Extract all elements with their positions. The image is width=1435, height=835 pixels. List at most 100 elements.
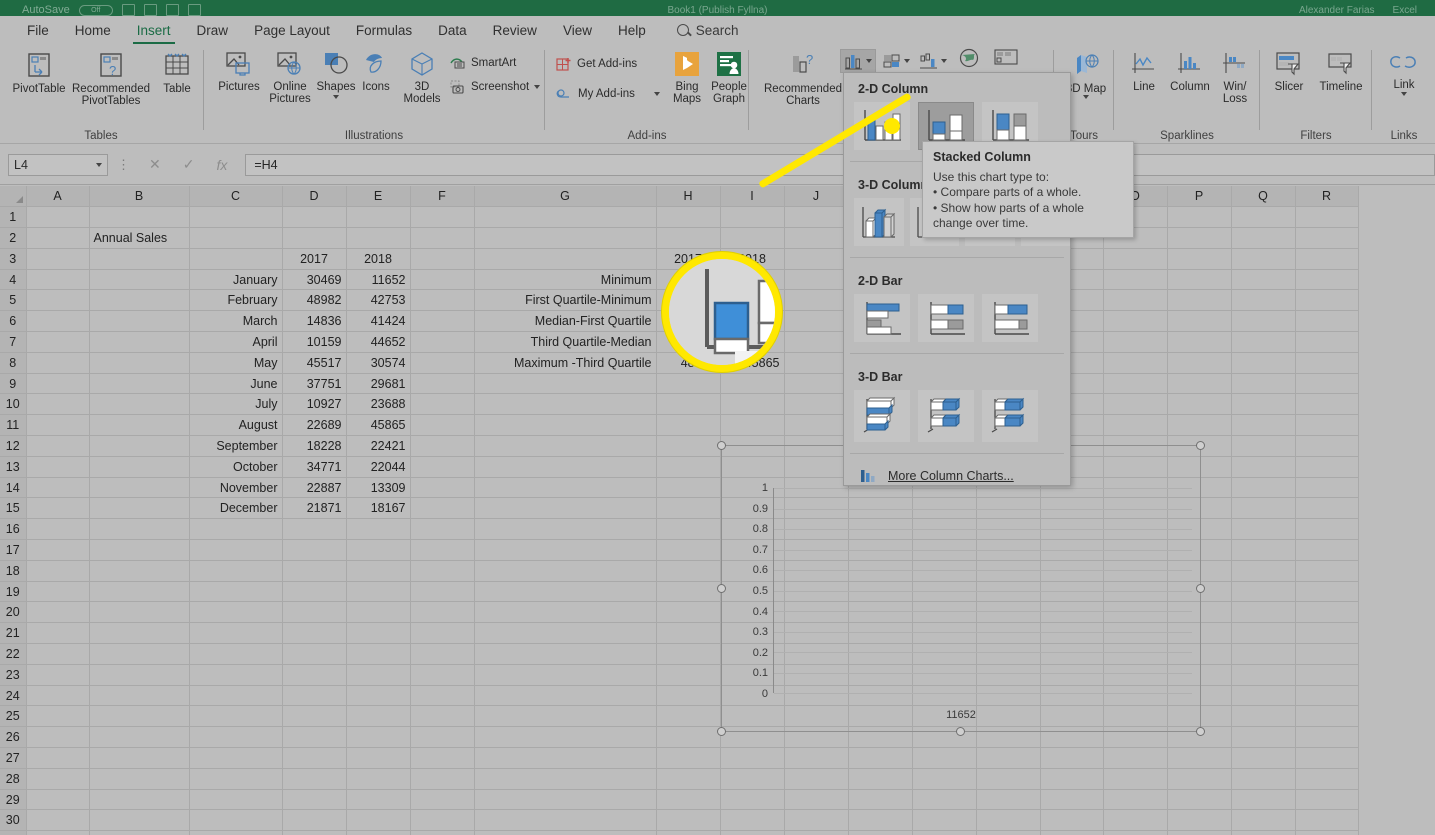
cell-f17[interactable]: [410, 540, 474, 561]
cell-p30[interactable]: [1167, 810, 1231, 831]
cell-f18[interactable]: [410, 560, 474, 581]
cell-h20[interactable]: [656, 602, 720, 623]
chevron-down-icon[interactable]: [534, 85, 540, 89]
cell-a9[interactable]: [26, 373, 89, 394]
row-header-1[interactable]: 1: [0, 207, 26, 228]
cell-g31[interactable]: [474, 831, 656, 835]
cell-a10[interactable]: [26, 394, 89, 415]
cell-c15[interactable]: December: [189, 498, 282, 519]
cell-d28[interactable]: [282, 768, 346, 789]
cell-o31[interactable]: [1103, 831, 1167, 835]
cell-b21[interactable]: [89, 623, 189, 644]
cell-a14[interactable]: [26, 477, 89, 498]
cell-b14[interactable]: [89, 477, 189, 498]
row-header-10[interactable]: 10: [0, 394, 26, 415]
cell-i1[interactable]: [720, 207, 784, 228]
cell-e19[interactable]: [346, 581, 410, 602]
cell-q20[interactable]: [1231, 602, 1295, 623]
name-box[interactable]: L4: [8, 154, 108, 176]
cell-j5[interactable]: [784, 290, 848, 311]
cell-g28[interactable]: [474, 768, 656, 789]
cell-h11[interactable]: [656, 415, 720, 436]
cell-c1[interactable]: [189, 207, 282, 228]
cell-a16[interactable]: [26, 519, 89, 540]
cell-d16[interactable]: [282, 519, 346, 540]
cell-b5[interactable]: [89, 290, 189, 311]
cell-h30[interactable]: [656, 810, 720, 831]
cell-a30[interactable]: [26, 810, 89, 831]
cell-p11[interactable]: [1167, 415, 1231, 436]
cell-m31[interactable]: [976, 831, 1040, 835]
cell-p27[interactable]: [1167, 748, 1231, 769]
cell-n27[interactable]: [1040, 748, 1103, 769]
cell-r20[interactable]: [1295, 602, 1358, 623]
cell-p8[interactable]: [1167, 352, 1231, 373]
row-header-20[interactable]: 20: [0, 602, 26, 623]
cell-q24[interactable]: [1231, 685, 1295, 706]
select-all-corner[interactable]: [0, 186, 26, 207]
cell-b29[interactable]: [89, 789, 189, 810]
cell-r11[interactable]: [1295, 415, 1358, 436]
cell-q26[interactable]: [1231, 727, 1295, 748]
cell-f2[interactable]: [410, 228, 474, 249]
column-header-a[interactable]: A: [26, 186, 89, 207]
insert-function-icon[interactable]: fx: [216, 157, 227, 173]
cell-o28[interactable]: [1103, 768, 1167, 789]
cell-d3[interactable]: 2017: [282, 248, 346, 269]
row-header-8[interactable]: 8: [0, 352, 26, 373]
cell-d7[interactable]: 10159: [282, 332, 346, 353]
cell-m29[interactable]: [976, 789, 1040, 810]
hierarchy-chart-button[interactable]: [879, 50, 913, 72]
cell-d22[interactable]: [282, 644, 346, 665]
link-button[interactable]: Link: [1382, 50, 1426, 96]
cell-b13[interactable]: [89, 456, 189, 477]
cell-c25[interactable]: [189, 706, 282, 727]
cancel-edit-icon[interactable]: ✕: [149, 156, 161, 173]
cell-r17[interactable]: [1295, 540, 1358, 561]
cell-k28[interactable]: [848, 768, 912, 789]
cell-k27[interactable]: [848, 748, 912, 769]
cell-h19[interactable]: [656, 581, 720, 602]
cell-l28[interactable]: [912, 768, 976, 789]
cell-g4[interactable]: Minimum: [474, 269, 656, 290]
cell-i30[interactable]: [720, 810, 784, 831]
cell-e24[interactable]: [346, 685, 410, 706]
cell-h13[interactable]: [656, 456, 720, 477]
cell-e18[interactable]: [346, 560, 410, 581]
cell-q30[interactable]: [1231, 810, 1295, 831]
resize-handle-nw[interactable]: [717, 441, 726, 450]
cell-r12[interactable]: [1295, 436, 1358, 457]
resize-handle-se[interactable]: [1196, 727, 1205, 736]
cell-e26[interactable]: [346, 727, 410, 748]
cell-d26[interactable]: [282, 727, 346, 748]
cell-f20[interactable]: [410, 602, 474, 623]
gallery-item-3d-100-percent-stacked-bar[interactable]: [982, 390, 1038, 442]
cell-f24[interactable]: [410, 685, 474, 706]
pivottable-button[interactable]: PivotTable: [8, 50, 70, 96]
cell-d14[interactable]: 22887: [282, 477, 346, 498]
cell-q21[interactable]: [1231, 623, 1295, 644]
cell-f9[interactable]: [410, 373, 474, 394]
sparkline-winloss-button[interactable]: Win/ Loss: [1214, 50, 1256, 105]
cell-e28[interactable]: [346, 768, 410, 789]
cell-b12[interactable]: [89, 436, 189, 457]
cell-r26[interactable]: [1295, 727, 1358, 748]
cell-a18[interactable]: [26, 560, 89, 581]
cell-d1[interactable]: [282, 207, 346, 228]
cell-b1[interactable]: [89, 207, 189, 228]
cell-j1[interactable]: [784, 207, 848, 228]
cell-h2[interactable]: [656, 228, 720, 249]
cell-e31[interactable]: [346, 831, 410, 835]
cell-a20[interactable]: [26, 602, 89, 623]
cell-q6[interactable]: [1231, 311, 1295, 332]
cell-q22[interactable]: [1231, 644, 1295, 665]
cell-g10[interactable]: [474, 394, 656, 415]
cell-d15[interactable]: 21871: [282, 498, 346, 519]
3d-models-button[interactable]: 3D Models: [396, 50, 448, 105]
cell-q9[interactable]: [1231, 373, 1295, 394]
formula-bar-handle[interactable]: ⋮: [117, 157, 130, 173]
shapes-button[interactable]: Shapes: [316, 50, 356, 99]
row-header-19[interactable]: 19: [0, 581, 26, 602]
cell-p6[interactable]: [1167, 311, 1231, 332]
cell-f5[interactable]: [410, 290, 474, 311]
